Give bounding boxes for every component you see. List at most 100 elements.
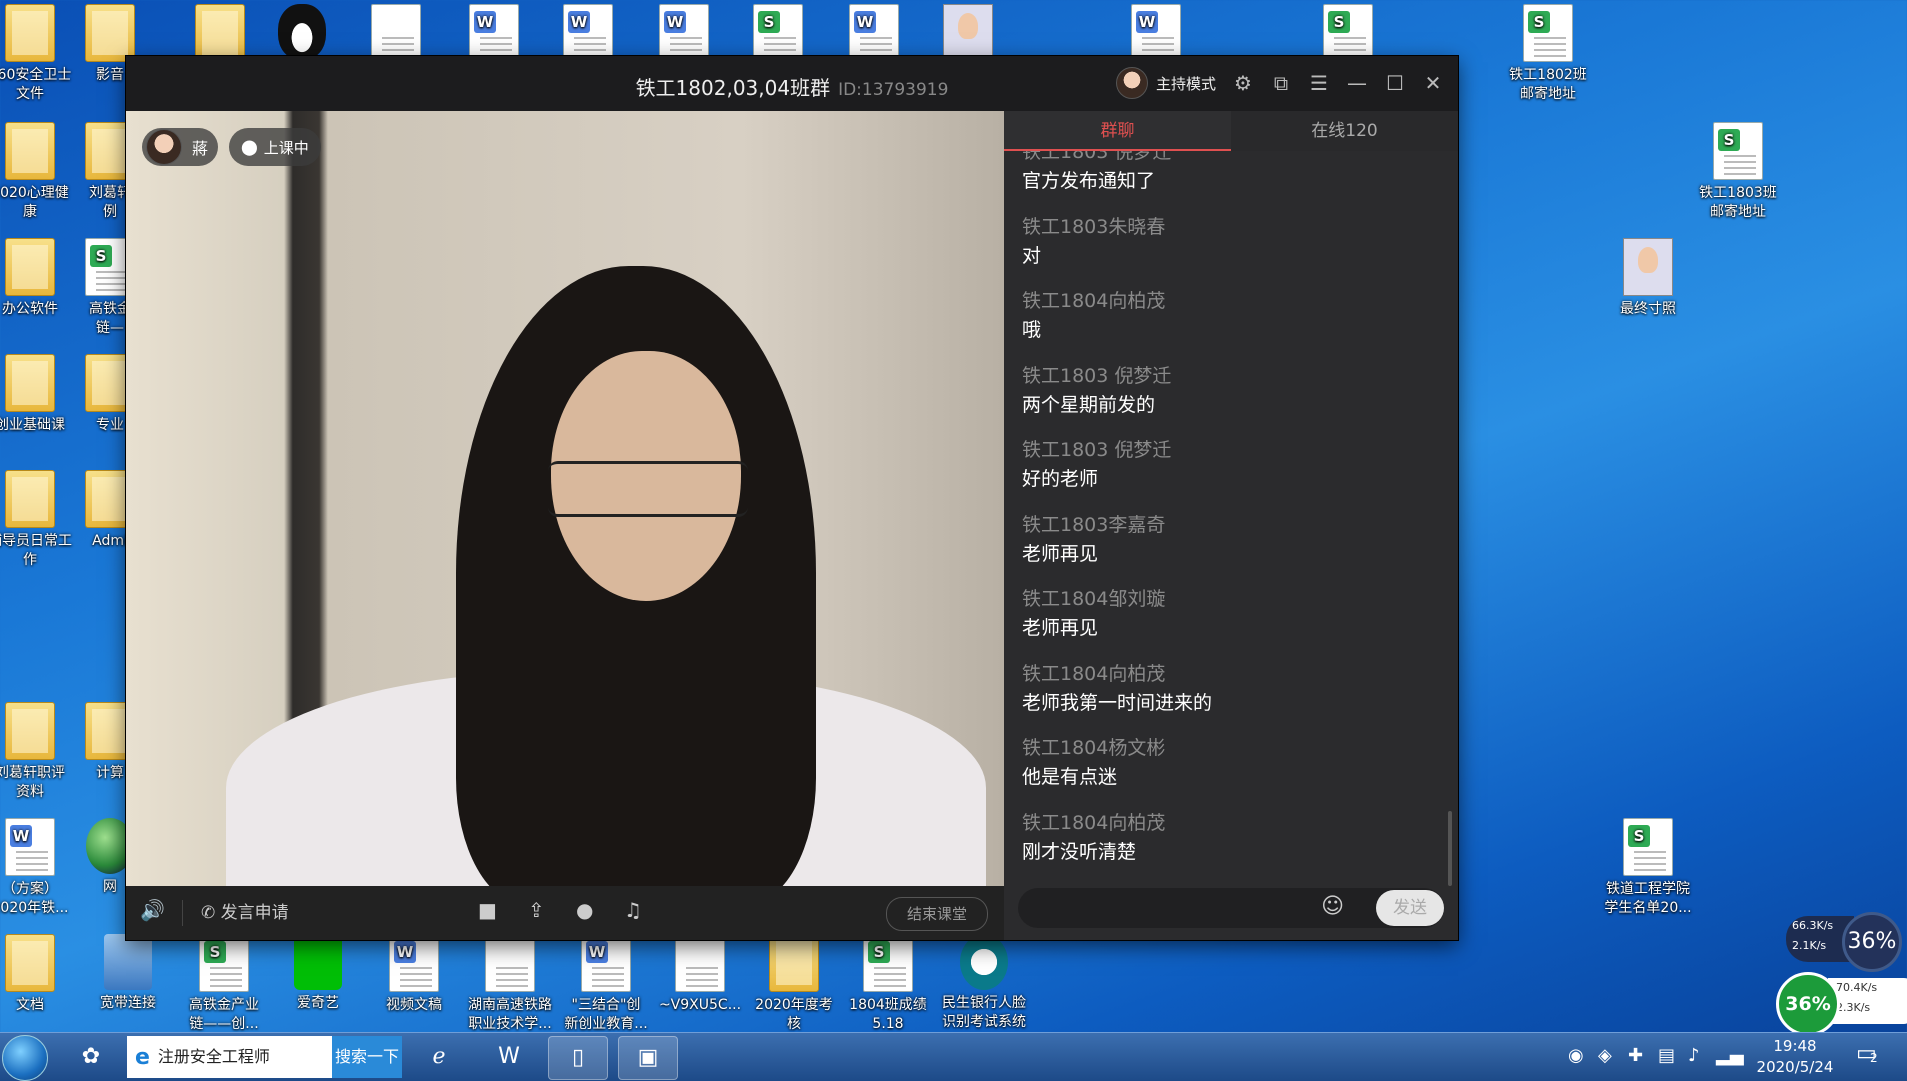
send-button[interactable]: 发送 [1376, 890, 1444, 926]
desktop-icon[interactable]: S 高铁金产业 链——创... [176, 934, 272, 1034]
document-line [480, 37, 512, 39]
folder-icon [85, 4, 135, 62]
notification-count: 2 [1870, 1051, 1878, 1065]
clock[interactable]: 19:48 2020/5/24 [1752, 1036, 1838, 1078]
desktop-icon[interactable]: S 铁工1802班 邮寄地址 [1500, 4, 1596, 104]
document-icon [485, 934, 535, 992]
network-tray-icon[interactable]: ▂▄ [1716, 1045, 1744, 1066]
document-line [860, 37, 892, 39]
document-line [592, 985, 624, 987]
desktop-icon[interactable]: 2020年度考 核 [746, 934, 842, 1034]
document-line [686, 979, 718, 981]
iqiyi-icon [294, 934, 342, 990]
desktop-icon[interactable]: S 1804班成绩 5.18 [840, 934, 936, 1034]
close-icon[interactable]: ✕ [1422, 71, 1444, 95]
camera-icon[interactable]: ■ [478, 898, 497, 922]
chat-text: 好的老师 [1022, 468, 1099, 490]
document-line [1534, 43, 1566, 45]
spreadsheet-icon: S [199, 934, 249, 992]
wps-icon[interactable]: W [480, 1036, 538, 1078]
file-type-badge: W [586, 941, 608, 963]
desktop-icon[interactable]: ~V9XU5C... [652, 934, 748, 1015]
chat-text: 官方发布通知了 [1022, 170, 1156, 192]
popout-icon[interactable]: ⧉ [1270, 71, 1292, 95]
settings-icon[interactable]: ⚙ [1232, 71, 1254, 95]
word-document-icon: W [581, 934, 631, 992]
chat-scrollbar[interactable] [1448, 811, 1452, 886]
document-line [400, 973, 432, 975]
chat-input[interactable] [1030, 894, 1334, 924]
ie-browser-icon[interactable]: ℯ [410, 1036, 468, 1078]
apply-speak-button[interactable]: ✆ 发言申请 [201, 898, 289, 923]
document-line [574, 43, 606, 45]
emoji-icon[interactable]: ☺ [1321, 894, 1344, 919]
device-tray-icon[interactable]: ▤ [1658, 1045, 1675, 1066]
desktop-icon[interactable]: 最终寸照 [1600, 238, 1696, 319]
search-button[interactable]: 搜索一下 [332, 1036, 402, 1078]
word-document-icon: W [389, 934, 439, 992]
document-line [480, 43, 512, 45]
maximize-icon[interactable]: ☐ [1384, 71, 1406, 95]
chat-text: 他是有点迷 [1022, 766, 1118, 788]
desktop-icon[interactable]: 湖南高速铁路 职业技术学... [462, 934, 558, 1034]
cpu-gauge-1[interactable]: 36% [1842, 912, 1902, 972]
chat-message: 铁工1804向柏茂哦 [1022, 288, 1165, 343]
start-button[interactable] [2, 1035, 48, 1081]
security-tray-icon[interactable]: ✚ [1628, 1045, 1643, 1066]
desktop-icon[interactable] [254, 4, 350, 64]
share-screen-icon[interactable]: ⇪ [528, 898, 545, 922]
desktop-icon-label: ~V9XU5C... [658, 997, 742, 1013]
speaker-icon[interactable]: 🔊 [140, 898, 165, 922]
music-icon[interactable]: ♫ [624, 898, 642, 922]
store-icon[interactable]: ✿ [62, 1036, 120, 1078]
qq-tray-icon[interactable]: ◉ [1568, 1045, 1584, 1066]
tab-online[interactable]: 在线120 [1231, 111, 1458, 151]
microphone-icon[interactable]: ● [576, 898, 593, 922]
classroom-app-icon[interactable]: ▣ [618, 1036, 678, 1080]
host-mode-toggle[interactable]: 主持模式 [1115, 67, 1216, 99]
document-line [210, 967, 242, 969]
document-line [496, 985, 528, 987]
phone-app-icon[interactable]: ▯ [548, 1036, 608, 1080]
notification-icon[interactable]: ▭ 2 [1856, 1041, 1888, 1073]
document-line [592, 979, 624, 981]
end-class-button[interactable]: 结束课堂 [885, 897, 988, 931]
chat-message: 铁工1803 倪梦迁 官方发布通知了 [1022, 151, 1171, 194]
taskbar-search-box[interactable]: e 注册安全工程师 [127, 1036, 332, 1078]
cpu-gauge-2[interactable]: 36% [1776, 972, 1840, 1036]
file-type-badge: W [664, 11, 686, 33]
volume-tray-icon[interactable]: ♪ [1688, 1045, 1700, 1066]
desktop-icon[interactable]: S 铁工1803班 邮寄地址 [1690, 122, 1786, 222]
document-line [1534, 55, 1566, 57]
desktop-icon[interactable]: S 铁道工程学院 学生名单20... [1600, 818, 1696, 918]
file-type-badge: S [758, 11, 780, 33]
desktop-icon-label: 宽带连接 [100, 995, 156, 1011]
chat-text: 两个星期前发的 [1022, 393, 1156, 416]
chat-sender: 铁工1804向柏茂 [1022, 811, 1166, 834]
menu-icon[interactable]: ☰ [1308, 71, 1330, 95]
file-type-badge: W [1136, 11, 1158, 33]
desktop-icon[interactable]: 民生银行人脸 识别考试系统 [936, 934, 1032, 1032]
tab-group-chat[interactable]: 群聊 [1004, 111, 1231, 151]
desktop-icon-label: "三结合"创 新创业教育... [564, 997, 648, 1032]
document-line [1142, 49, 1174, 51]
document-line [382, 49, 414, 51]
chat-input-bar: ☺ 发送 [1018, 888, 1444, 928]
desktop-icon-label: 1804班成绩 5.18 [849, 997, 927, 1032]
document-line [574, 49, 606, 51]
desktop-icon-label: 爱奇艺 [297, 995, 339, 1011]
desktop-icon-label: 文档 [16, 997, 44, 1013]
desktop-icon[interactable]: 爱奇艺 [270, 934, 366, 1013]
desktop-icon[interactable]: 文档 [0, 934, 78, 1015]
folder-icon [5, 470, 55, 528]
desktop-icon[interactable]: 宽带连接 [80, 934, 176, 1013]
document-line [400, 979, 432, 981]
minimize-icon[interactable]: — [1346, 71, 1368, 95]
host-chip[interactable]: 蔣 [142, 128, 219, 166]
clock-date: 2020/5/24 [1756, 1058, 1834, 1076]
document-line [496, 967, 528, 969]
shield-tray-icon[interactable]: ◈ [1598, 1045, 1612, 1066]
chat-sender: 铁工1804向柏茂 [1022, 662, 1166, 685]
desktop-icon[interactable]: W 视频文稿 [366, 934, 462, 1015]
desktop-icon[interactable]: W "三结合"创 新创业教育... [558, 934, 654, 1034]
